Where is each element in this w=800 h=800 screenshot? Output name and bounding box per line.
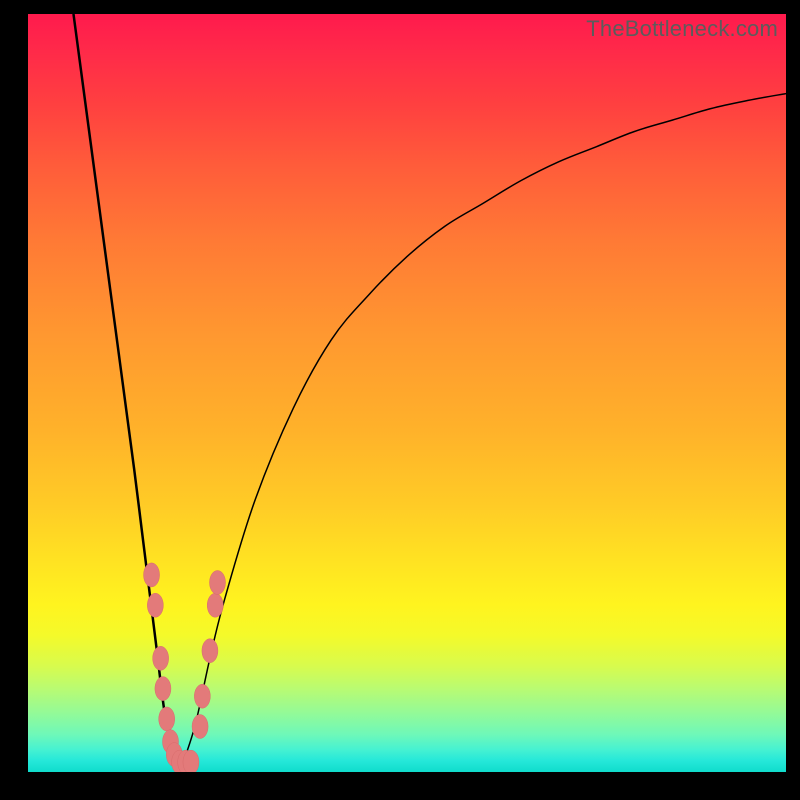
plot-area: TheBottleneck.com [28, 14, 786, 772]
data-marker [183, 750, 199, 772]
chart-frame: TheBottleneck.com [0, 0, 800, 800]
curves-layer [28, 14, 786, 772]
data-marker [147, 593, 163, 617]
data-marker [202, 639, 218, 663]
data-marker [159, 707, 175, 731]
data-marker [144, 563, 160, 587]
watermark-text: TheBottleneck.com [586, 16, 778, 42]
data-marker [194, 684, 210, 708]
data-marker [210, 571, 226, 595]
curve-right-branch [180, 94, 786, 772]
data-marker [153, 646, 169, 670]
data-marker [207, 593, 223, 617]
data-marker [155, 677, 171, 701]
data-marker [192, 715, 208, 739]
